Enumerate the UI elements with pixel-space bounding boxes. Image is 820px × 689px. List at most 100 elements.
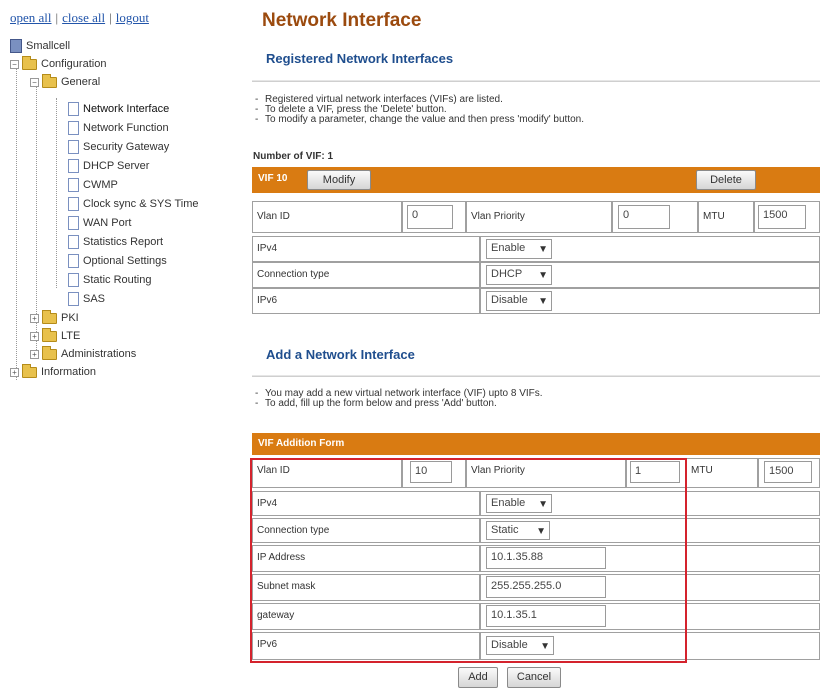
tree-label: WAN Port <box>83 217 132 229</box>
tree-label: Statistics Report <box>83 236 164 248</box>
tree-line <box>56 98 57 288</box>
tree-item-configuration[interactable]: − Configuration <box>10 55 107 73</box>
ipv6-select-value: Disable <box>491 294 528 306</box>
add-form-title: VIF Addition Form <box>258 438 345 449</box>
plus-box-icon[interactable]: + <box>10 367 19 377</box>
tree-item-general[interactable]: − General <box>30 73 101 91</box>
chevron-down-icon: ▼ <box>538 296 548 307</box>
tree-item-static-routing[interactable]: Static Routing <box>68 272 151 289</box>
tree-label: Static Routing <box>83 274 152 286</box>
add-button[interactable]: Add <box>458 667 498 688</box>
nav-tree-panel: open all | close all | logout Smallcell − Con… <box>0 0 240 689</box>
connection-type-label: Connection type <box>252 262 480 288</box>
mtu-input[interactable]: 1500 <box>758 205 806 229</box>
minus-box-icon[interactable]: − <box>10 59 19 69</box>
ipv4-select-value: Enable <box>491 242 526 254</box>
tree-label: Network Function <box>83 122 169 134</box>
tree-label: LTE <box>61 330 81 342</box>
vlan-id-label: Vlan ID <box>252 201 402 233</box>
page-icon <box>68 292 79 307</box>
add-mtu-label: MTU <box>686 458 758 488</box>
filler-cell <box>686 603 820 630</box>
filler-cell <box>686 518 820 543</box>
page-icon <box>68 273 79 288</box>
tree-item-network-function[interactable]: Network Function <box>68 120 169 137</box>
top-links: open all | close all | logout <box>10 10 149 26</box>
tree-label: Clock sync & SYS Time <box>83 198 199 210</box>
folder-icon <box>22 55 37 70</box>
tree-label: Optional Settings <box>83 255 167 267</box>
tree-item-clock-sync[interactable]: Clock sync & SYS Time <box>68 196 199 213</box>
open-all-link[interactable]: open all <box>10 10 52 25</box>
tree-label: Information <box>41 366 97 378</box>
tree-item-information[interactable]: + Information <box>10 363 97 381</box>
link-separator: | <box>55 10 59 25</box>
logout-link[interactable]: logout <box>116 10 149 25</box>
connection-type-select[interactable]: DHCP ▼ <box>486 265 552 285</box>
note-item: To modify a parameter, change the value … <box>253 115 584 126</box>
tree-item-security-gateway[interactable]: Security Gateway <box>68 139 169 156</box>
minus-box-icon[interactable]: − <box>30 77 39 87</box>
plus-box-icon[interactable]: + <box>30 349 39 359</box>
tree-label: SAS <box>83 293 106 305</box>
folder-icon <box>42 73 57 88</box>
chevron-down-icon: ▼ <box>538 270 548 281</box>
note-item: To add, fill up the form below and press… <box>253 399 543 410</box>
tree-root-smallcell[interactable]: Smallcell <box>10 38 70 55</box>
vlan-id-input[interactable]: 0 <box>407 205 453 229</box>
tree-label: DHCP Server <box>83 160 150 172</box>
page-icon <box>68 178 79 193</box>
filler-cell <box>686 574 820 601</box>
tree-line <box>16 64 17 380</box>
page-icon <box>68 235 79 250</box>
tree-item-optional-settings[interactable]: Optional Settings <box>68 253 167 270</box>
add-heading: Add a Network Interface <box>266 347 415 362</box>
tree-label: Administrations <box>61 348 137 360</box>
modify-button[interactable]: Modify <box>307 170 371 190</box>
tree-item-pki[interactable]: + PKI <box>30 309 79 327</box>
tree-label: CWMP <box>83 179 118 191</box>
tree-label: Configuration <box>41 58 107 70</box>
divider <box>252 375 820 377</box>
page-icon <box>68 159 79 174</box>
page-title: Network Interface <box>262 10 422 31</box>
delete-button[interactable]: Delete <box>696 170 756 190</box>
vlan-priority-input[interactable]: 0 <box>618 205 670 229</box>
tree-label: Smallcell <box>26 40 71 52</box>
device-icon <box>10 39 22 54</box>
ipv6-label: IPv6 <box>252 288 480 314</box>
page-icon <box>68 254 79 269</box>
tree-label: Network Interface <box>83 103 170 115</box>
tree-label: General <box>61 76 101 88</box>
page-icon <box>68 216 79 231</box>
plus-box-icon[interactable]: + <box>30 331 39 341</box>
tree-item-administrations[interactable]: + Administrations <box>30 345 137 363</box>
filler-cell <box>686 632 820 660</box>
highlight-box <box>250 458 687 663</box>
add-notes: You may add a new virtual network interf… <box>253 389 543 410</box>
page-icon <box>68 140 79 155</box>
tree-label: PKI <box>61 312 79 324</box>
tree-item-dhcp-server[interactable]: DHCP Server <box>68 158 149 175</box>
add-mtu-input[interactable]: 1500 <box>764 461 812 483</box>
connection-type-select-value: DHCP <box>491 268 523 280</box>
add-form-header-bar: VIF Addition Form <box>252 433 820 455</box>
page-icon <box>68 197 79 212</box>
tree-item-cwmp[interactable]: CWMP <box>68 177 118 194</box>
vlan-priority-label: Vlan Priority <box>466 201 612 233</box>
folder-icon <box>42 327 57 342</box>
plus-box-icon[interactable]: + <box>30 313 39 323</box>
ipv6-select[interactable]: Disable ▼ <box>486 291 552 311</box>
close-all-link[interactable]: close all <box>62 10 105 25</box>
tree-item-statistics-report[interactable]: Statistics Report <box>68 234 163 251</box>
ipv4-select[interactable]: Enable ▼ <box>486 239 552 259</box>
vif-count: Number of VIF: 1 <box>253 151 334 162</box>
tree-item-network-interface[interactable]: Network Interface <box>68 101 169 118</box>
cancel-button[interactable]: Cancel <box>507 667 561 688</box>
folder-icon <box>22 363 37 378</box>
tree-item-wan-port[interactable]: WAN Port <box>68 215 132 232</box>
tree-item-sas[interactable]: SAS <box>68 291 105 308</box>
registered-notes: Registered virtual network interfaces (V… <box>253 95 584 126</box>
link-separator: | <box>109 10 112 25</box>
tree-item-lte[interactable]: + LTE <box>30 327 81 345</box>
